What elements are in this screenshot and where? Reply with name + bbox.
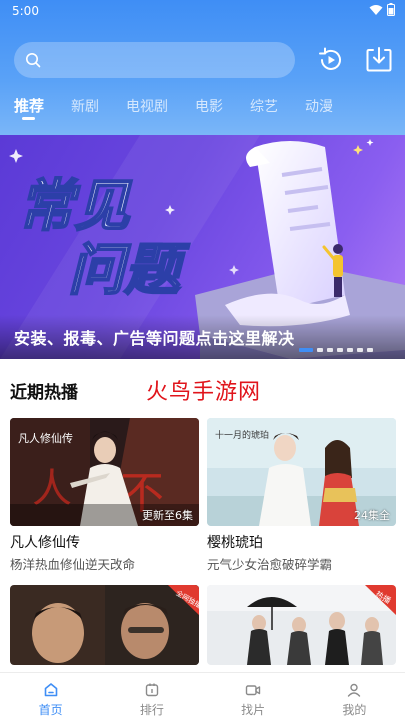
nav-label: 找片 — [241, 703, 266, 717]
poster-image[interactable]: 不 人 凡人修仙传 更新至6集 — [10, 418, 199, 526]
history-button[interactable] — [316, 45, 346, 75]
nav-label: 排行 — [139, 703, 164, 717]
banner-headline-line1: 常见 — [18, 174, 133, 239]
ranking-icon — [145, 683, 159, 697]
download-button[interactable] — [364, 45, 394, 75]
nav-label: 首页 — [38, 703, 63, 717]
section-title: 近期热播 — [10, 383, 78, 403]
carousel-dot[interactable] — [327, 348, 333, 352]
carousel-dot[interactable] — [357, 348, 363, 352]
poster-logo: 凡人修仙传 — [18, 431, 73, 445]
poster-logo: 十一月的琥珀 — [215, 429, 269, 441]
video-icon — [245, 685, 261, 696]
nav-profile[interactable]: 我的 — [304, 673, 405, 720]
category-tabs: 推荐 新剧 电视剧 电影 综艺 动漫 — [14, 94, 360, 124]
tab-recommend[interactable]: 推荐 — [14, 94, 44, 124]
nav-ranking[interactable]: 排行 — [101, 673, 202, 720]
poster-image[interactable]: 十一月的琥珀 24集全 — [207, 418, 396, 526]
nav-home[interactable]: 首页 — [0, 673, 101, 720]
search-input[interactable] — [50, 48, 286, 72]
drama-description: 元气少女治愈破碎学霸 — [207, 557, 333, 572]
battery-icon — [387, 3, 395, 16]
download-icon — [366, 47, 392, 72]
nav-label: 我的 — [342, 703, 367, 717]
poster-art: 全网独播 — [10, 585, 199, 665]
bottom-navigation: 首页 排行 找片 我的 — [0, 672, 405, 720]
carousel-dot[interactable] — [337, 348, 343, 352]
carousel-indicator — [299, 348, 373, 352]
history-icon — [319, 47, 341, 70]
tab-new-series[interactable]: 新剧 — [71, 94, 99, 124]
status-time: 5:00 — [12, 4, 39, 18]
search-box[interactable] — [14, 42, 295, 78]
drama-card[interactable]: 十一月的琥珀 24集全 樱桃琥珀 元气少女治愈破碎学霸 — [207, 418, 396, 572]
nav-find[interactable]: 找片 — [203, 673, 304, 720]
drama-description: 杨洋热血修仙逆天改命 — [10, 557, 136, 572]
wifi-icon — [369, 4, 383, 15]
tab-anime[interactable]: 动漫 — [305, 94, 333, 124]
episode-badge: 更新至6集 — [142, 509, 193, 522]
carousel-dot[interactable] — [347, 348, 353, 352]
tab-movies[interactable]: 电影 — [195, 94, 223, 124]
status-bar: 5:00 — [0, 0, 405, 22]
carousel-dot[interactable] — [367, 348, 373, 352]
user-icon — [348, 683, 361, 697]
search-icon — [26, 53, 41, 68]
banner-headline-line2: 问题 — [68, 238, 190, 303]
poster-art: 热播 — [207, 585, 396, 665]
banner-caption: 安装、报毒、广告等问题点击这里解决 — [14, 329, 295, 348]
home-icon — [44, 683, 57, 697]
tab-tv-series[interactable]: 电视剧 — [126, 94, 168, 124]
poster-image[interactable]: 热播 — [207, 585, 396, 665]
episode-badge: 24集全 — [354, 509, 390, 522]
watermark: 火鸟手游网 — [146, 380, 262, 405]
drama-title: 凡人修仙传 — [10, 535, 80, 551]
drama-card[interactable]: 不 人 凡人修仙传 更新至6集 凡人修仙传 杨洋热血修仙逆天改命 — [10, 418, 199, 572]
carousel-dot[interactable] — [299, 348, 313, 352]
poster-image[interactable]: 全网独播 — [10, 585, 199, 665]
carousel-dot[interactable] — [317, 348, 323, 352]
tab-variety[interactable]: 综艺 — [250, 94, 278, 124]
faq-banner[interactable]: 常见 问题 安装、报毒、广告等问题点击这里解决 — [0, 135, 405, 359]
drama-title: 樱桃琥珀 — [207, 535, 263, 551]
section-header: 近期热播 火鸟手游网 — [10, 378, 395, 405]
search-row — [14, 42, 394, 78]
status-icons — [369, 3, 395, 16]
